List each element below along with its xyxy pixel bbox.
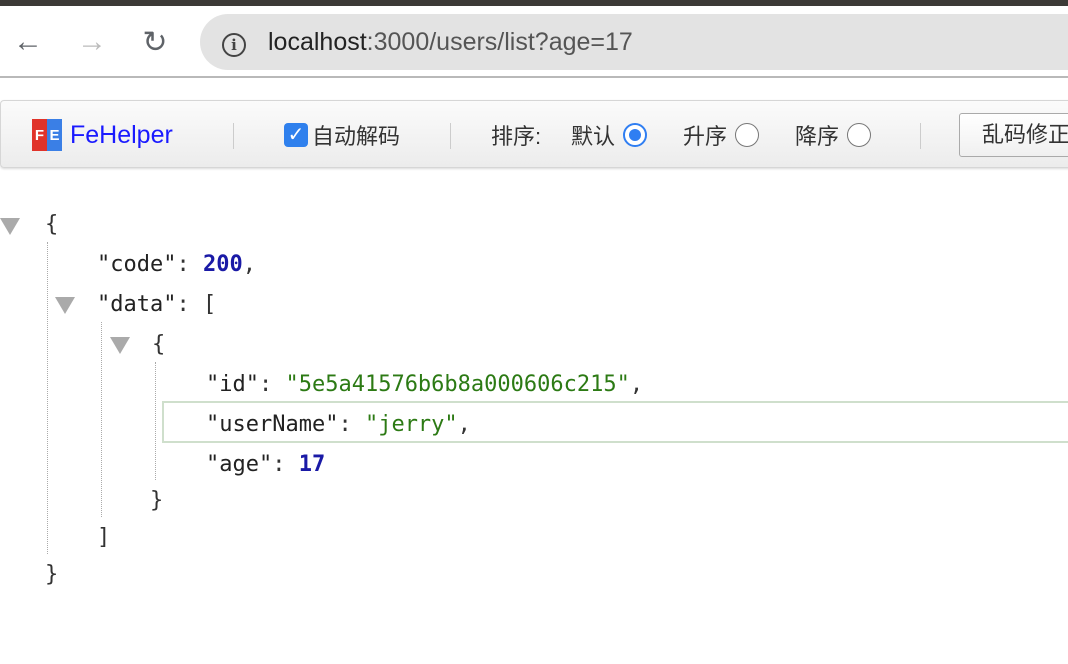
sort-default-radio[interactable]: 默认 bbox=[571, 101, 647, 169]
fehelper-logo-icon: FE bbox=[32, 119, 62, 151]
json-line-data: "data": [ bbox=[97, 290, 216, 320]
collapse-triangle-icon[interactable] bbox=[0, 218, 20, 235]
divider bbox=[450, 123, 451, 149]
radio-icon[interactable] bbox=[847, 123, 871, 147]
reload-button[interactable]: ↻ bbox=[137, 24, 173, 60]
brace-open: { bbox=[152, 330, 165, 360]
brace-close: } bbox=[150, 486, 163, 516]
auto-decode-checkbox[interactable]: ✓ 自动解码 bbox=[284, 101, 400, 169]
sort-asc-label: 升序 bbox=[683, 119, 727, 151]
json-key: "userName" bbox=[206, 412, 338, 437]
colon: : bbox=[176, 292, 203, 317]
arrow-left-icon: ← bbox=[13, 25, 43, 59]
collapse-triangle-icon[interactable] bbox=[110, 337, 130, 354]
forward-button[interactable]: → bbox=[74, 24, 110, 60]
brand-label: FeHelper bbox=[70, 121, 173, 150]
reload-icon: ↻ bbox=[142, 25, 167, 60]
json-line-username: "userName": "jerry", bbox=[206, 410, 471, 440]
json-key: "id" bbox=[206, 372, 259, 397]
bracket-close: ] bbox=[97, 523, 110, 553]
brace-open: { bbox=[45, 210, 58, 240]
json-line-id: "id": "5e5a41576b6b8a000606c215", bbox=[206, 370, 643, 400]
json-key: "age" bbox=[206, 452, 272, 477]
fix-encoding-button[interactable]: 乱码修正 bbox=[959, 113, 1068, 157]
sort-default-label: 默认 bbox=[571, 119, 615, 151]
sort-asc-radio[interactable]: 升序 bbox=[683, 101, 759, 169]
json-number: 17 bbox=[299, 452, 326, 477]
url-text[interactable]: localhost:3000/users/list?age=17 bbox=[268, 28, 633, 57]
fehelper-brand[interactable]: FE FeHelper bbox=[32, 101, 173, 169]
json-string: "jerry" bbox=[365, 412, 458, 437]
json-number: 200 bbox=[203, 252, 243, 277]
json-line-age: "age": 17 bbox=[206, 450, 325, 480]
indent-guide bbox=[47, 242, 48, 554]
url-host: localhost bbox=[268, 28, 367, 56]
json-key: "data" bbox=[97, 292, 176, 317]
comma: , bbox=[458, 412, 471, 437]
checkbox-checked-icon[interactable]: ✓ bbox=[284, 123, 308, 147]
json-string: "5e5a41576b6b8a000606c215" bbox=[285, 372, 629, 397]
colon: : bbox=[272, 452, 299, 477]
sort-desc-label: 降序 bbox=[795, 119, 839, 151]
auto-decode-label: 自动解码 bbox=[312, 119, 400, 151]
radio-icon[interactable] bbox=[735, 123, 759, 147]
info-icon[interactable]: i bbox=[222, 33, 246, 57]
comma: , bbox=[243, 252, 256, 277]
browser-nav-bar: ← → ↻ i localhost:3000/users/list?age=17 bbox=[0, 6, 1068, 78]
json-key: "code" bbox=[97, 252, 176, 277]
colon: : bbox=[176, 252, 203, 277]
back-button[interactable]: ← bbox=[10, 24, 46, 60]
fehelper-toolbar: FE FeHelper ✓ 自动解码 排序: 默认 升序 降序 乱码修正 bbox=[0, 100, 1068, 168]
url-path: :3000/users/list?age=17 bbox=[367, 28, 633, 56]
divider bbox=[920, 123, 921, 149]
sort-label: 排序: bbox=[491, 119, 541, 151]
indent-guide bbox=[101, 322, 102, 517]
json-line-code: "code": 200, bbox=[97, 250, 256, 280]
colon: : bbox=[338, 412, 365, 437]
brace-close: } bbox=[45, 560, 58, 590]
indent-guide bbox=[155, 362, 156, 480]
radio-selected-icon[interactable] bbox=[623, 123, 647, 147]
comma: , bbox=[630, 372, 643, 397]
collapse-triangle-icon[interactable] bbox=[55, 297, 75, 314]
arrow-right-icon: → bbox=[77, 25, 107, 59]
sort-desc-radio[interactable]: 降序 bbox=[795, 101, 871, 169]
bracket-open: [ bbox=[203, 292, 216, 317]
colon: : bbox=[259, 372, 286, 397]
divider bbox=[233, 123, 234, 149]
